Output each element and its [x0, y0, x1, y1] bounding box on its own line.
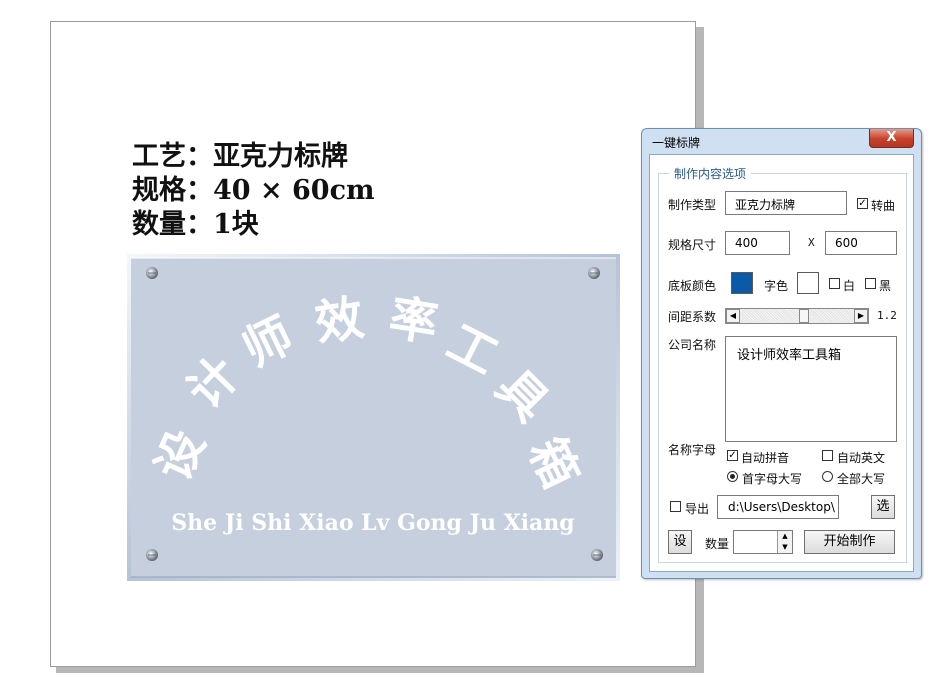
auto-pinyin-checkbox-icon[interactable]: ✓: [727, 450, 738, 461]
scroll-left-icon[interactable]: ◀: [726, 309, 740, 323]
auto-english-label: 自动英文: [837, 451, 886, 465]
one-click-sign-dialog: 一键标牌 X 制作内容选项 制作类型 亚克力标牌 ✓ 转曲 规格尺寸 400 X…: [641, 128, 922, 579]
black-label: 黑: [879, 279, 892, 293]
auto-english-checkbox-icon[interactable]: [822, 450, 833, 461]
screw-icon: [588, 267, 600, 279]
choose-path-button[interactable]: 选: [871, 495, 895, 519]
curve-label: 转曲: [871, 199, 896, 213]
scroll-right-icon[interactable]: ▶: [854, 309, 868, 323]
all-upper-radio-icon[interactable]: [822, 471, 833, 482]
width-field[interactable]: 400: [725, 231, 790, 255]
quantity-stepper[interactable]: ▲ ▼: [733, 530, 793, 554]
spec-quantity: 数量：1块: [132, 209, 259, 240]
scroll-thumb[interactable]: [799, 309, 809, 323]
spin-down-icon[interactable]: ▼: [777, 542, 792, 553]
type-label: 制作类型: [668, 198, 717, 212]
black-checkbox-icon[interactable]: [865, 278, 876, 289]
font-color-swatch[interactable]: [797, 272, 819, 294]
spacing-scrollbar[interactable]: ◀ ▶: [725, 308, 869, 324]
font-color-label: 字色: [764, 279, 789, 293]
height-field[interactable]: 600: [825, 231, 897, 255]
quantity-label: 数量: [705, 537, 730, 551]
group-title: 制作内容选项: [669, 165, 752, 182]
screw-icon: [591, 549, 603, 561]
export-path-field[interactable]: d:\Users\Desktop\: [717, 495, 839, 519]
spacing-label: 间距系数: [668, 310, 717, 324]
board-color-swatch[interactable]: [731, 272, 753, 294]
first-upper-label: 首字母大写: [742, 472, 803, 486]
screw-icon: [146, 267, 158, 279]
dialog-client-area: 制作内容选项 制作类型 亚克力标牌 ✓ 转曲 规格尺寸 400 X 600 底板…: [649, 154, 914, 572]
arc-char: 率: [385, 290, 441, 353]
auto-pinyin-label: 自动拼音: [741, 451, 790, 465]
dialog-titlebar[interactable]: 一键标牌 X: [642, 129, 921, 153]
pinyin-text: She Ji Shi Xiao Lv Gong Ju Xiang: [171, 510, 574, 536]
company-label: 公司名称: [668, 338, 717, 352]
export-checkbox-icon[interactable]: [670, 501, 681, 512]
dialog-title: 一键标牌: [652, 136, 701, 150]
spec-process: 工艺：亚克力标牌: [132, 141, 348, 172]
white-label: 白: [843, 279, 856, 293]
screw-icon: [146, 549, 158, 561]
close-icon[interactable]: X: [869, 129, 914, 148]
export-label: 导出: [685, 502, 710, 516]
type-field[interactable]: 亚克力标牌: [725, 191, 847, 215]
letters-label: 名称字母: [668, 443, 717, 457]
size-label: 规格尺寸: [668, 238, 717, 252]
all-upper-label: 全部大写: [837, 472, 886, 486]
white-checkbox-icon[interactable]: [829, 278, 840, 289]
size-x-label: X: [808, 236, 815, 249]
first-upper-radio-icon[interactable]: [727, 471, 738, 482]
spec-size: 规格：40 × 60cm: [132, 175, 375, 206]
settings-button[interactable]: 设: [668, 530, 692, 554]
curve-checkbox-icon[interactable]: ✓: [857, 198, 868, 209]
arc-char: 效: [311, 290, 367, 353]
acrylic-plate-preview: 设 计 师 效 率 工 具 箱 She Ji Shi Xiao Lv Gong …: [127, 254, 620, 581]
board-color-label: 底板颜色: [668, 279, 717, 293]
start-button[interactable]: 开始制作: [804, 530, 895, 554]
spacing-value: 1.2: [877, 309, 897, 322]
company-textarea[interactable]: 设计师效率工具箱: [725, 336, 897, 442]
